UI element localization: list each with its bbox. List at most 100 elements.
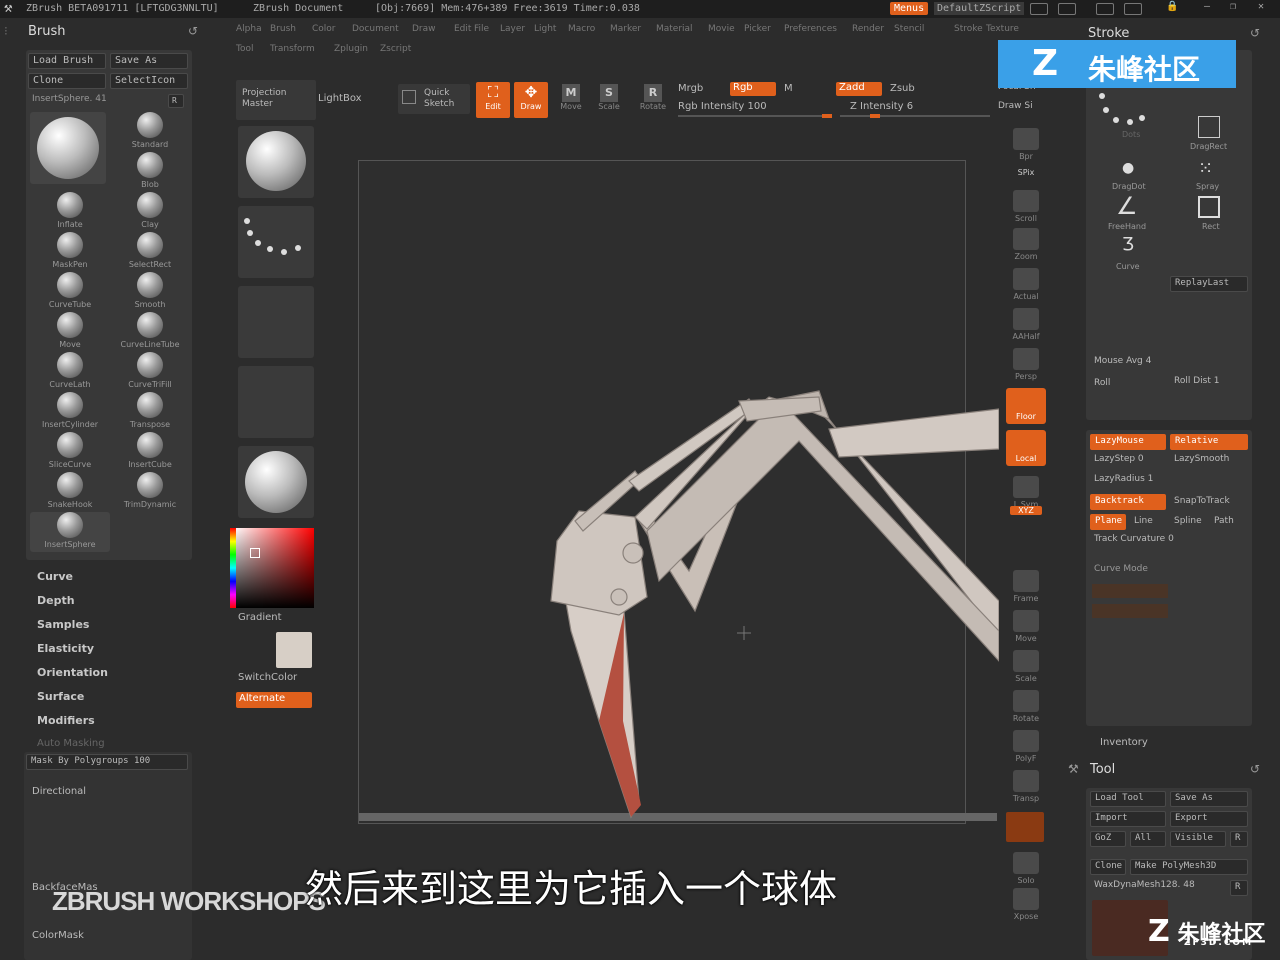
backtrack-button[interactable]: Backtrack <box>1090 494 1166 510</box>
lazyradius-slider[interactable]: LazyRadius 1 <box>1094 474 1153 484</box>
rgb-button[interactable]: Rgb <box>730 82 776 96</box>
zscript-button[interactable]: DefaultZScript <box>934 2 1025 15</box>
mouse-avg-slider[interactable]: Mouse Avg 4 <box>1094 356 1151 366</box>
menu-item-draw[interactable]: Draw <box>412 24 436 34</box>
relative-button[interactable]: Relative <box>1170 434 1248 450</box>
brush-move[interactable]: Move <box>30 312 110 352</box>
brush-selectrect[interactable]: SelectRect <box>110 232 190 272</box>
replay-last-button[interactable]: ReplayLast <box>1170 276 1248 292</box>
menu-item-movie[interactable]: Movie <box>708 24 735 34</box>
brush-smooth[interactable]: Smooth <box>110 272 190 312</box>
draw-size-slider[interactable]: Draw Si <box>998 101 1033 111</box>
draw-button[interactable]: ✥ Draw <box>514 82 548 118</box>
brush-transpose[interactable]: Transpose <box>110 392 190 432</box>
freehand-icon[interactable]: ∠ <box>1116 192 1138 220</box>
clone-button[interactable]: Clone <box>28 73 106 89</box>
menu-item-brush[interactable]: Brush <box>270 24 296 34</box>
menu-item-edit[interactable]: Edit <box>454 24 471 34</box>
menu-item-zscript[interactable]: Zscript <box>380 44 411 54</box>
document-canvas[interactable] <box>358 160 999 824</box>
curve-icon[interactable]: Ʒ <box>1122 234 1134 255</box>
stroke-thumbnail[interactable] <box>238 206 314 278</box>
roll-toggle[interactable]: Roll <box>1094 378 1110 388</box>
alpha-thumbnail[interactable] <box>238 286 314 358</box>
select-icon-button[interactable]: SelectIcon <box>110 73 188 89</box>
subpalette-samples[interactable]: Samples <box>37 618 89 631</box>
roll-dist-slider[interactable]: Roll Dist 1 <box>1174 376 1219 386</box>
tool-aahalf-button[interactable]: AAHalf <box>1006 308 1046 344</box>
brush-trimdynamic[interactable]: TrimDynamic <box>110 472 190 512</box>
menu-item-layer[interactable]: Layer <box>500 24 525 34</box>
m-button[interactable]: M <box>784 83 793 94</box>
brush-inflate[interactable]: Inflate <box>30 192 110 232</box>
menus-button[interactable]: Menus <box>890 2 929 15</box>
tool-polyf-button[interactable]: PolyF <box>1006 730 1046 766</box>
brush-insertsphere[interactable]: InsertSphere <box>30 512 110 552</box>
tool-rotate-button[interactable]: Rotate <box>1006 690 1046 726</box>
menu-item-document[interactable]: Document <box>352 24 399 34</box>
subpalette-depth[interactable]: Depth <box>37 594 75 607</box>
brush-snakehook[interactable]: SnakeHook <box>30 472 110 512</box>
color-picker[interactable] <box>230 528 314 608</box>
tool-r2-button[interactable]: R <box>1230 880 1248 896</box>
tool-clone-button[interactable]: Clone <box>1090 859 1126 875</box>
menu-item-tool[interactable]: Tool <box>236 44 253 54</box>
edit-button[interactable]: ⛶ Edit <box>476 82 510 118</box>
subpalette-curve[interactable]: Curve <box>37 570 73 583</box>
menu-item-texture[interactable]: Texture <box>986 24 1019 34</box>
menu-item-transform[interactable]: Transform <box>270 44 315 54</box>
lock-icon[interactable]: 🔒 <box>1166 1 1178 12</box>
gradient-label[interactable]: Gradient <box>238 612 282 623</box>
dots-stroke-icon[interactable] <box>1090 86 1170 132</box>
r-button[interactable]: R <box>168 94 184 108</box>
dragdot-icon[interactable]: ● <box>1122 160 1134 176</box>
quick-sketch-button[interactable]: Quick Sketch <box>398 84 470 114</box>
track-curvature-slider[interactable]: Track Curvature 0 <box>1094 534 1174 544</box>
tool-zoom-button[interactable]: Zoom <box>1006 228 1046 264</box>
subpalette-surface[interactable]: Surface <box>37 690 84 703</box>
tool-floor-button[interactable]: Floor <box>1006 388 1046 424</box>
brush-insertcylinder[interactable]: InsertCylinder <box>30 392 110 432</box>
rgb-intensity-track[interactable] <box>678 114 832 118</box>
tool-scroll-button[interactable]: Scroll <box>1006 190 1046 226</box>
plane-button[interactable]: Plane <box>1090 514 1126 530</box>
tool-transp-button[interactable]: Transp <box>1006 770 1046 806</box>
lightbox-button[interactable]: LightBox <box>318 93 362 104</box>
minimize-icon[interactable]: — <box>1204 1 1210 12</box>
reset-icon[interactable]: ↺ <box>1250 762 1260 776</box>
move-button[interactable]: M Move <box>554 82 588 118</box>
main-color-swatch[interactable] <box>276 632 312 668</box>
zsub-button[interactable]: Zsub <box>890 83 915 94</box>
lazysmooth-slider[interactable]: LazySmooth <box>1174 454 1229 464</box>
tool-solo-button[interactable]: Solo <box>1006 852 1046 888</box>
z-intensity-track[interactable] <box>840 114 990 118</box>
menu-item-marker[interactable]: Marker <box>610 24 641 34</box>
rotate-button[interactable]: R Rotate <box>636 82 670 118</box>
brush-maskpen[interactable]: MaskPen <box>30 232 110 272</box>
reset-icon[interactable]: ↺ <box>1250 26 1260 40</box>
restore-icon[interactable]: ❐ <box>1230 1 1236 12</box>
color-picker-cursor[interactable] <box>250 548 260 558</box>
snap-to-track-toggle[interactable]: SnapToTrack <box>1174 496 1230 506</box>
tool-frame-button[interactable]: Frame <box>1006 570 1046 606</box>
subpalette-modifiers[interactable]: Modifiers <box>37 714 95 727</box>
current-brush-thumbnail[interactable] <box>30 112 106 184</box>
menu-item-stroke[interactable]: Stroke <box>954 24 983 34</box>
tool-r-button[interactable]: R <box>1230 831 1248 847</box>
tool-persp-button[interactable]: Persp <box>1006 348 1046 384</box>
menu-item-color[interactable]: Color <box>312 24 336 34</box>
layout-icon[interactable] <box>1058 3 1076 15</box>
menu-item-light[interactable]: Light <box>534 24 556 34</box>
color-swatch-tool[interactable] <box>1006 812 1044 842</box>
menu-item-picker[interactable]: Picker <box>744 24 771 34</box>
line-button[interactable]: Line <box>1134 516 1153 526</box>
brush-standard[interactable]: Standard <box>110 112 190 152</box>
all-button[interactable]: All <box>1130 831 1166 847</box>
layout-icon[interactable] <box>1124 3 1142 15</box>
colormask-toggle[interactable]: ColorMask <box>32 930 84 941</box>
scale-button[interactable]: S Scale <box>592 82 626 118</box>
material-sphere-thumbnail[interactable] <box>238 446 314 518</box>
close-icon[interactable]: ✕ <box>1258 1 1264 12</box>
make-polymesh-button[interactable]: Make PolyMesh3D <box>1130 859 1248 875</box>
layout-icon[interactable] <box>1096 3 1114 15</box>
